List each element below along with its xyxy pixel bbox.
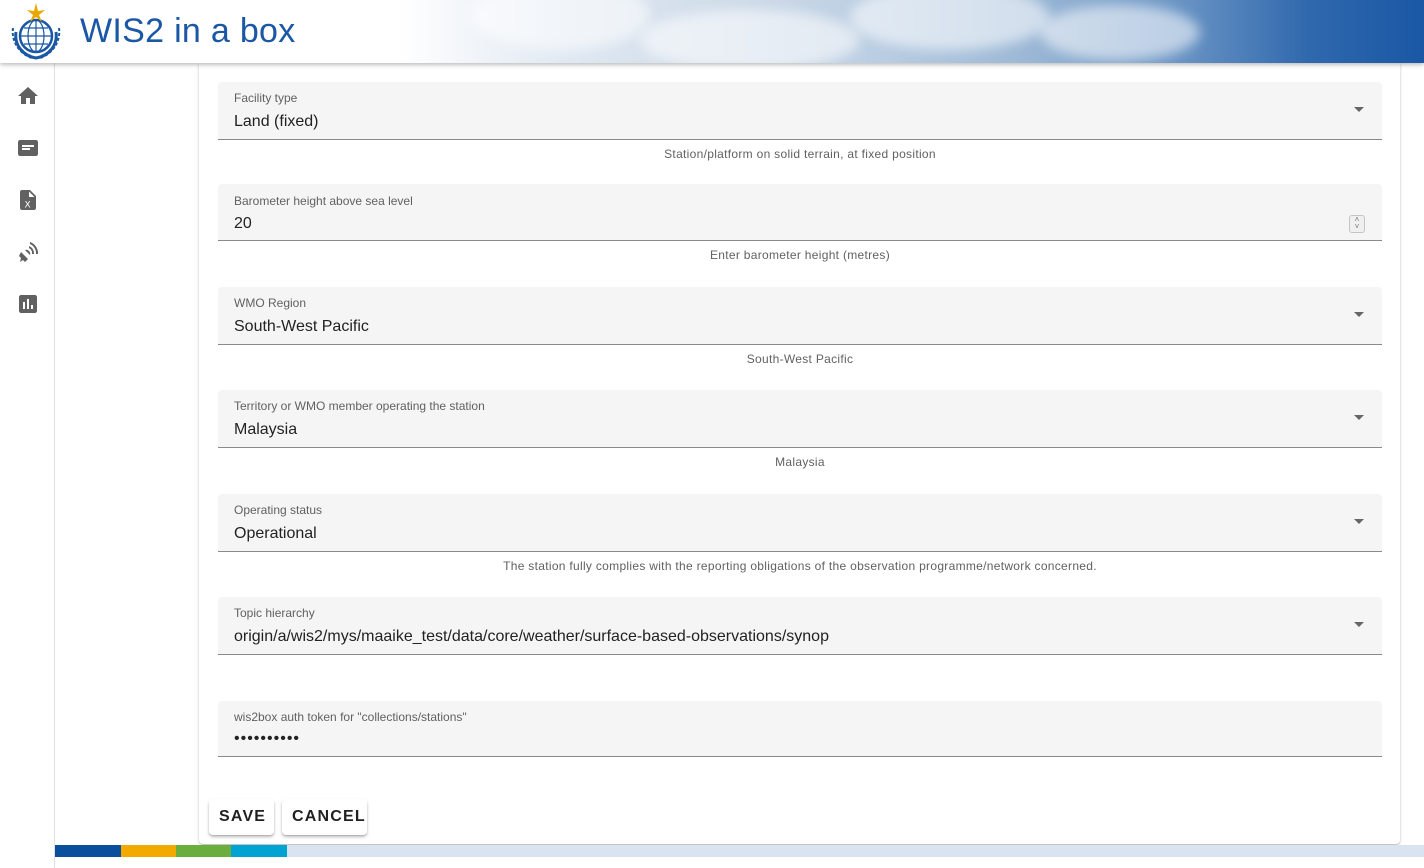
svg-text:X: X [25, 201, 31, 211]
cancel-button[interactable]: CANCEL [282, 799, 367, 835]
barometer-height-input[interactable]: Barometer height above sea level 20 ˄ ˅ [218, 184, 1382, 241]
facility-type-select[interactable]: Facility type Land (fixed) [218, 82, 1382, 140]
topic-hierarchy-value: origin/a/wis2/mys/maaike_test/data/core/… [234, 628, 829, 645]
dropdown-arrow-icon[interactable] [1354, 312, 1364, 317]
dropdown-arrow-icon[interactable] [1354, 622, 1364, 627]
save-button[interactable]: SAVE [209, 799, 274, 835]
number-spinner-icon[interactable]: ˄ ˅ [1349, 215, 1365, 233]
operating-status-label: Operating status [234, 503, 323, 517]
home-icon[interactable] [16, 84, 40, 108]
facility-type-label: Facility type [234, 91, 298, 105]
sidebar: X [0, 63, 55, 868]
territory-label: Territory or WMO member operating the st… [234, 399, 485, 413]
operating-status-value: Operational [234, 525, 317, 542]
wmo-logo[interactable] [8, 2, 64, 60]
barometer-height-hint: Enter barometer height (metres) [709, 248, 891, 262]
footer-color-bar [55, 845, 1424, 857]
auth-token-value: •••••••••• [234, 730, 301, 747]
satellite-antenna-icon[interactable] [16, 240, 40, 264]
csv-file-icon[interactable]: X [16, 188, 40, 212]
operating-status-hint: The station fully complies with the repo… [503, 559, 1097, 573]
wmo-region-label: WMO Region [234, 296, 307, 310]
topic-hierarchy-label: Topic hierarchy [234, 606, 315, 620]
operating-status-select[interactable]: Operating status Operational [218, 494, 1382, 552]
topic-hierarchy-select[interactable]: Topic hierarchy origin/a/wis2/mys/maaike… [218, 597, 1382, 655]
facility-type-hint: Station/platform on solid terrain, at fi… [664, 147, 936, 161]
message-icon[interactable] [16, 136, 40, 160]
footer-segment [121, 845, 176, 857]
dropdown-arrow-icon[interactable] [1354, 415, 1364, 420]
territory-hint: Malaysia [775, 455, 825, 469]
barometer-height-value: 20 [234, 215, 252, 232]
territory-value: Malaysia [234, 421, 298, 438]
app-header: WIS2 in a box [0, 0, 1424, 63]
auth-token-input[interactable]: wis2box auth token for "collections/stat… [218, 701, 1382, 757]
dropdown-arrow-icon[interactable] [1354, 519, 1364, 524]
dropdown-arrow-icon[interactable] [1354, 107, 1364, 112]
facility-type-value: Land (fixed) [234, 113, 319, 130]
app-title: WIS2 in a box [80, 12, 296, 50]
territory-select[interactable]: Territory or WMO member operating the st… [218, 390, 1382, 448]
wmo-region-select[interactable]: WMO Region South-West Pacific [218, 287, 1382, 345]
footer-segment [176, 845, 231, 857]
bar-chart-icon[interactable] [16, 292, 40, 316]
footer-segment [55, 845, 121, 857]
footer-segment [231, 845, 287, 857]
auth-token-label: wis2box auth token for "collections/stat… [234, 710, 467, 724]
wmo-region-hint: South-West Pacific [746, 352, 854, 366]
wmo-region-value: South-West Pacific [234, 318, 369, 335]
barometer-height-label: Barometer height above sea level [234, 194, 413, 208]
